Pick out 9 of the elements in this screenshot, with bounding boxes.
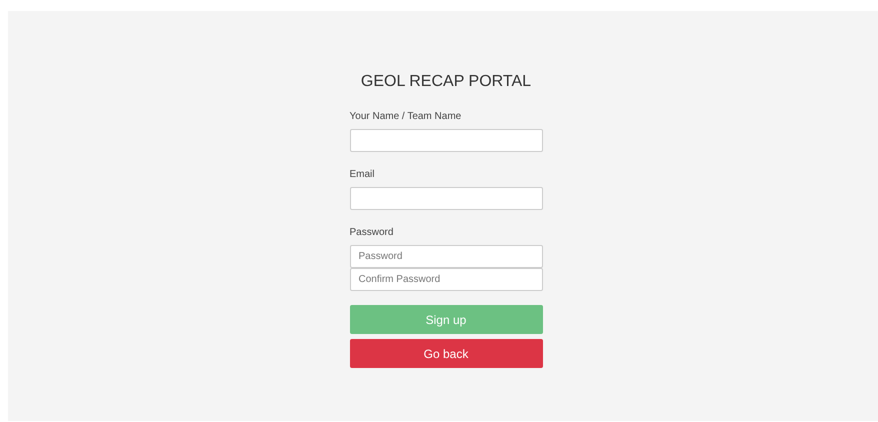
field-label: Your Name / Team Name [350,111,462,122]
input-field[interactable] [350,129,542,152]
page-title: GEOL RECAP PORTAL [360,73,532,91]
input-field[interactable] [350,187,542,210]
go-back-button[interactable]: Go back [350,339,542,368]
field-label: Email [350,169,376,180]
field-label: Password [350,227,394,238]
password-field[interactable]: Confirm Password [350,268,542,291]
password-field[interactable]: Password [350,245,542,268]
